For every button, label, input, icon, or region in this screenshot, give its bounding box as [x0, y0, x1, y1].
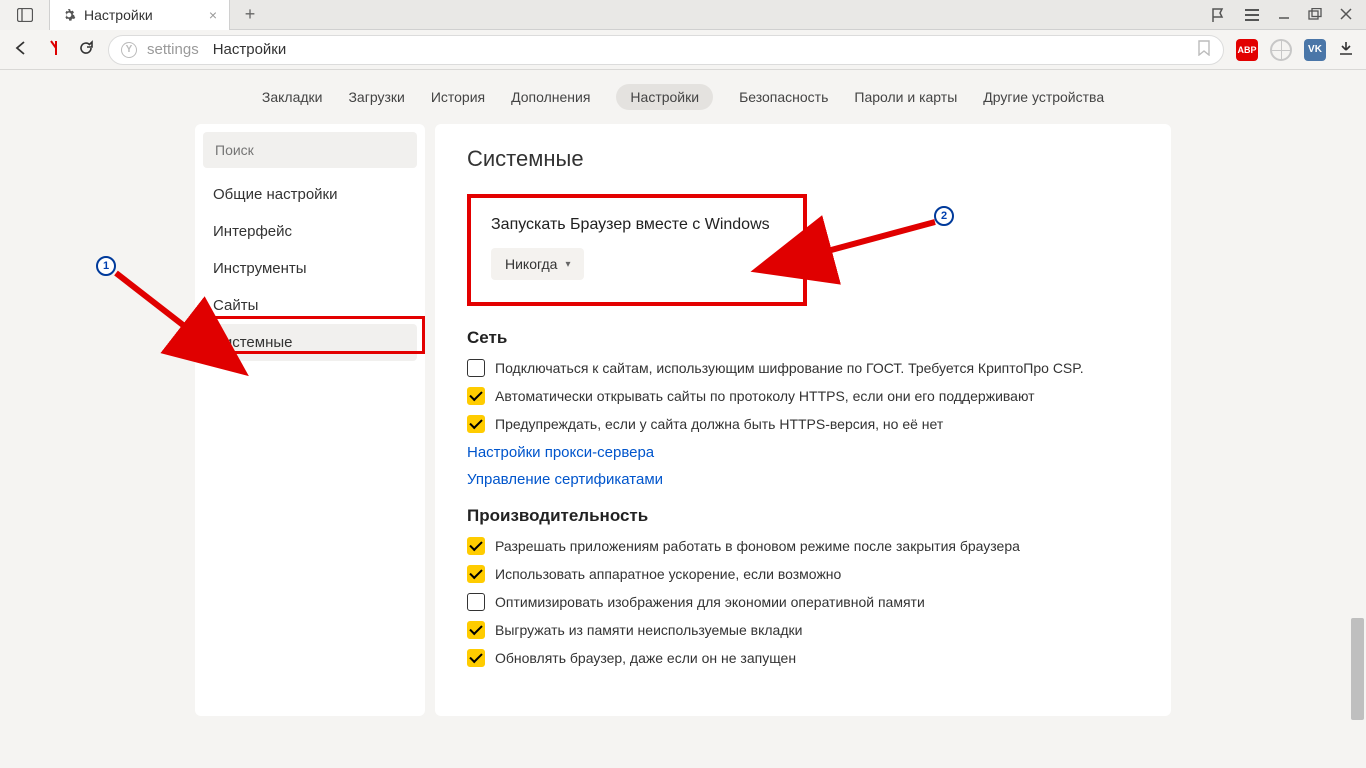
sidebar-item-tools[interactable]: Инструменты — [203, 250, 417, 287]
tab-close-button[interactable]: × — [209, 7, 217, 23]
sidebar-item-interface[interactable]: Интерфейс — [203, 213, 417, 250]
startup-title: Запускать Браузер вместе с Windows — [491, 216, 783, 234]
proxy-settings-link[interactable]: Настройки прокси-сервера — [467, 444, 1139, 461]
settings-content: Системные Запускать Браузер вместе с Win… — [435, 124, 1171, 716]
network-option-https-auto[interactable]: Автоматически открывать сайты по протоко… — [467, 386, 1139, 406]
performance-heading: Производительность — [467, 506, 1139, 526]
window-titlebar: Настройки × + — [0, 0, 1366, 30]
network-option-https-warn[interactable]: Предупреждать, если у сайта должна быть … — [467, 414, 1139, 434]
topnav-addons[interactable]: Дополнения — [511, 89, 590, 105]
startup-dropdown-value: Никогда — [505, 256, 557, 272]
sidebar-item-sites[interactable]: Сайты — [203, 287, 417, 324]
new-tab-button[interactable]: + — [230, 4, 270, 25]
vk-extension-icon[interactable]: VK — [1304, 39, 1326, 61]
certificates-link[interactable]: Управление сертификатами — [467, 471, 1139, 488]
sidebar-item-system[interactable]: Системные — [203, 324, 417, 361]
perf-option-hw-accel[interactable]: Использовать аппаратное ускорение, если … — [467, 564, 1139, 584]
window-maximize-button[interactable] — [1308, 7, 1322, 23]
checkbox[interactable] — [467, 649, 485, 667]
topnav-security[interactable]: Безопасность — [739, 89, 828, 105]
window-minimize-button[interactable] — [1278, 7, 1290, 23]
downloads-button[interactable] — [1338, 40, 1354, 59]
url-scheme: settings — [147, 41, 199, 58]
topnav-passwords[interactable]: Пароли и карты — [854, 89, 957, 105]
perf-option-unload-tabs[interactable]: Выгружать из памяти неиспользуемые вклад… — [467, 620, 1139, 640]
perf-option-background[interactable]: Разрешать приложениям работать в фоновом… — [467, 536, 1139, 556]
checkbox[interactable] — [467, 565, 485, 583]
perf-option-auto-update[interactable]: Обновлять браузер, даже если он не запущ… — [467, 648, 1139, 668]
annotation-highlight-startup: Запускать Браузер вместе с Windows Никог… — [467, 194, 807, 306]
bookmark-icon[interactable] — [1197, 40, 1211, 59]
site-identity-icon: Y — [121, 42, 137, 58]
panel-icon — [17, 8, 33, 22]
checkbox[interactable] — [467, 387, 485, 405]
checkbox[interactable] — [467, 537, 485, 555]
network-heading: Сеть — [467, 328, 1139, 348]
browser-tab[interactable]: Настройки × — [50, 0, 230, 30]
translate-extension-icon[interactable] — [1270, 39, 1292, 61]
browser-toolbar: Y settings Настройки ABP VK — [0, 30, 1366, 70]
panel-toggle-button[interactable] — [0, 0, 50, 30]
checkbox[interactable] — [467, 359, 485, 377]
gear-icon — [62, 8, 76, 22]
topnav-history[interactable]: История — [431, 89, 485, 105]
perf-option-optimize-images[interactable]: Оптимизировать изображения для экономии … — [467, 592, 1139, 612]
settings-topnav: Закладки Загрузки История Дополнения Нас… — [0, 70, 1366, 124]
checkbox[interactable] — [467, 415, 485, 433]
startup-dropdown[interactable]: Никогда ▾ — [491, 248, 584, 280]
adblock-extension-icon[interactable]: ABP — [1236, 39, 1258, 61]
menu-icon[interactable] — [1244, 8, 1260, 22]
search-input[interactable] — [203, 132, 417, 168]
topnav-settings[interactable]: Настройки — [616, 84, 713, 110]
topnav-other-devices[interactable]: Другие устройства — [983, 89, 1104, 105]
chevron-down-icon: ▾ — [565, 259, 570, 270]
checkbox[interactable] — [467, 593, 485, 611]
address-bar[interactable]: Y settings Настройки — [108, 35, 1224, 65]
topnav-bookmarks[interactable]: Закладки — [262, 89, 323, 105]
yandex-home-button[interactable] — [44, 39, 64, 60]
tab-title: Настройки — [84, 7, 153, 23]
back-button[interactable] — [12, 41, 32, 58]
reload-button[interactable] — [76, 40, 96, 59]
checkbox[interactable] — [467, 621, 485, 639]
settings-sidebar: Общие настройки Интерфейс Инструменты Са… — [195, 124, 425, 716]
network-option-gost[interactable]: Подключаться к сайтам, использующим шифр… — [467, 358, 1139, 378]
url-title: Настройки — [213, 41, 287, 58]
sidebar-flag-icon[interactable] — [1210, 7, 1226, 23]
window-close-button[interactable] — [1340, 7, 1352, 23]
scrollbar-thumb[interactable] — [1351, 618, 1364, 720]
topnav-downloads[interactable]: Загрузки — [348, 89, 404, 105]
page-title: Системные — [467, 146, 1139, 172]
sidebar-item-general[interactable]: Общие настройки — [203, 176, 417, 213]
